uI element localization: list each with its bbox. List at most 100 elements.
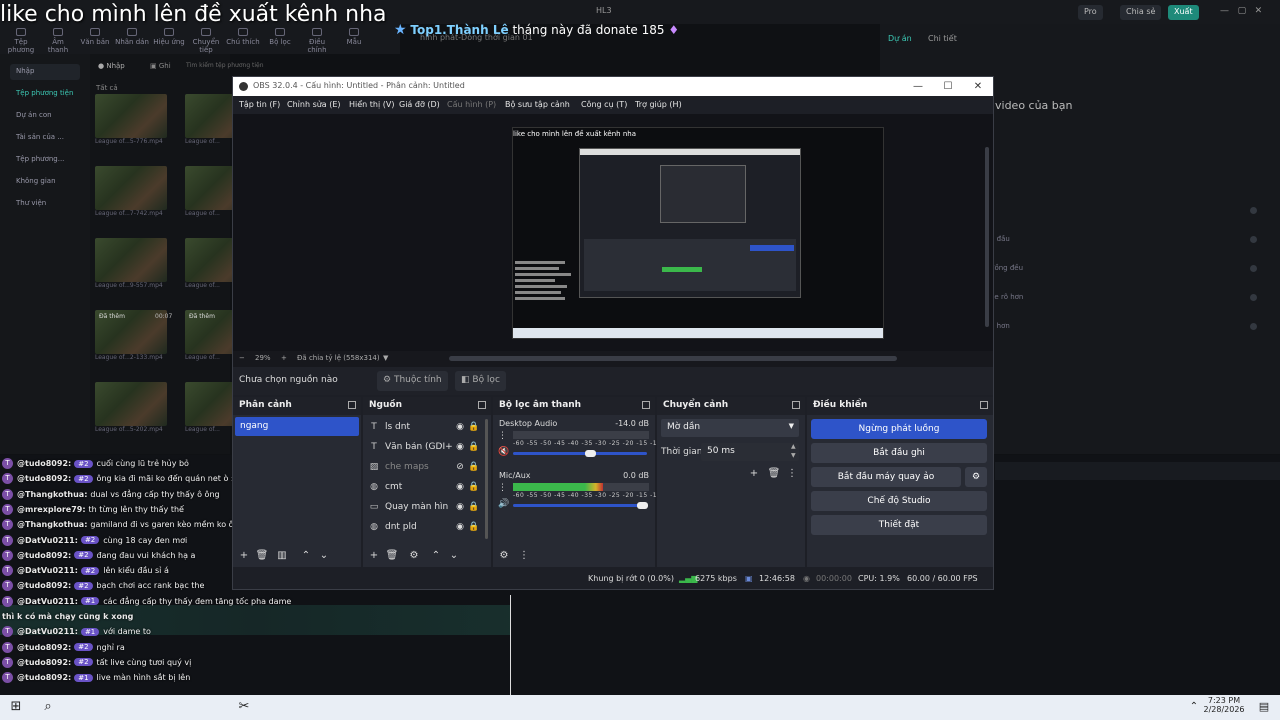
source-settings-button[interactable]: ⚙ bbox=[407, 549, 421, 563]
lock-icon[interactable]: 🔒 bbox=[467, 422, 481, 432]
tool-button[interactable]: Hiệu ứng bbox=[152, 28, 186, 46]
right-tab-details[interactable]: Chi tiết bbox=[928, 34, 957, 43]
pro-button[interactable]: Pro bbox=[1078, 5, 1103, 20]
undock-icon[interactable] bbox=[348, 401, 356, 409]
undock-icon[interactable] bbox=[642, 401, 650, 409]
virtual-camera-settings-button[interactable]: ⚙ bbox=[965, 467, 987, 487]
move-up-button[interactable]: ⌃ bbox=[429, 549, 443, 563]
notification-icon[interactable]: ▤ bbox=[1256, 699, 1272, 715]
tool-button[interactable]: Văn bản bbox=[78, 28, 112, 46]
menu-item[interactable]: Bộ sưu tập cảnh bbox=[505, 100, 570, 109]
add-scene-button[interactable]: + bbox=[237, 549, 251, 563]
media-thumbnail[interactable]: League of...5-776.mp4 bbox=[95, 94, 167, 145]
lock-icon[interactable]: 🔒 bbox=[467, 522, 481, 532]
editor-window-controls[interactable]: — ▢ ✕ bbox=[1220, 6, 1262, 16]
minimize-button[interactable]: — bbox=[903, 79, 933, 94]
tool-button[interactable]: Âm thanh bbox=[41, 28, 75, 54]
mixer-settings-button[interactable]: ⚙ bbox=[497, 549, 511, 563]
preview-vscroll[interactable] bbox=[985, 147, 989, 327]
eye-off-icon[interactable]: ⊘ bbox=[453, 462, 467, 472]
media-tab-record[interactable]: ▣ Ghi bbox=[150, 62, 171, 70]
filters-button[interactable]: ◧ Bộ lọc bbox=[455, 371, 506, 391]
scene-item[interactable]: ngang bbox=[235, 417, 359, 436]
menu-item[interactable]: Công cụ (T) bbox=[581, 100, 627, 109]
media-thumbnail[interactable]: League of...9-557.mp4 bbox=[95, 238, 167, 289]
add-transition-button[interactable]: + bbox=[747, 467, 761, 481]
timeline-playhead[interactable] bbox=[510, 595, 511, 695]
volume-slider-handle[interactable] bbox=[637, 502, 648, 509]
eye-icon[interactable]: ◉ bbox=[453, 522, 467, 532]
menu-item[interactable]: Trợ giúp (H) bbox=[635, 100, 682, 109]
zoom-out-button[interactable]: − bbox=[239, 354, 245, 362]
speaker-icon[interactable]: 🔊 bbox=[498, 499, 509, 509]
start-recording-button[interactable]: Bắt đầu ghi bbox=[811, 443, 987, 463]
mixer-menu-icon[interactable]: ⋮ bbox=[498, 483, 507, 493]
source-item[interactable]: Tls dnt ◉ 🔒 bbox=[363, 417, 481, 437]
media-thumbnail[interactable]: League of...7-742.mp4 bbox=[95, 166, 167, 217]
toggle-icon[interactable] bbox=[1250, 207, 1257, 214]
tool-button[interactable]: Chú thích bbox=[226, 28, 260, 46]
menu-item[interactable]: Hiển thị (V) bbox=[349, 100, 394, 109]
scene-filters-button[interactable]: ▥ bbox=[275, 549, 289, 563]
sidebar-item[interactable]: Thư viện bbox=[10, 196, 80, 212]
source-item[interactable]: ▨ che maps ⊘ 🔒 bbox=[363, 457, 481, 477]
export-button[interactable]: Xuất bbox=[1168, 5, 1199, 20]
tool-button[interactable]: Chuyển tiếp bbox=[189, 28, 223, 54]
undock-icon[interactable] bbox=[980, 401, 988, 409]
close-button[interactable]: ✕ bbox=[963, 79, 993, 94]
lock-icon[interactable]: 🔒 bbox=[467, 482, 481, 492]
volume-slider-handle[interactable] bbox=[585, 450, 596, 457]
eye-icon[interactable]: ◉ bbox=[453, 482, 467, 492]
properties-button[interactable]: ⚙ Thuộc tính bbox=[377, 371, 448, 391]
maximize-button[interactable]: ☐ bbox=[933, 79, 963, 94]
eye-icon[interactable]: ◉ bbox=[453, 422, 467, 432]
sidebar-item[interactable]: Tệp phương... bbox=[10, 152, 80, 168]
volume-slider[interactable] bbox=[513, 452, 647, 455]
duration-input[interactable]: 50 ms bbox=[701, 443, 799, 461]
source-item[interactable]: T Văn bản (GDI+) ◉ 🔒 bbox=[363, 437, 481, 457]
right-tab-project[interactable]: Dự án bbox=[888, 34, 912, 43]
transition-menu-button[interactable]: ⋮ bbox=[785, 467, 799, 481]
lock-icon[interactable]: 🔒 bbox=[467, 462, 481, 472]
move-down-button[interactable]: ⌄ bbox=[447, 549, 461, 563]
toggle-icon[interactable] bbox=[1250, 265, 1257, 272]
remove-transition-button[interactable]: 🗑 bbox=[767, 467, 781, 481]
lock-icon[interactable]: 🔒 bbox=[467, 442, 481, 452]
eye-icon[interactable]: ◉ bbox=[453, 442, 467, 452]
media-thumbnail[interactable]: League of...5-202.mp4 bbox=[95, 382, 167, 433]
media-search-input[interactable]: Tìm kiếm tệp phương tiện bbox=[186, 62, 264, 69]
move-up-button[interactable]: ⌃ bbox=[299, 549, 313, 563]
share-button[interactable]: Chia sẻ bbox=[1120, 5, 1162, 20]
tool-button[interactable]: Mẫu bbox=[337, 28, 371, 46]
studio-mode-button[interactable]: Chế độ Studio bbox=[811, 491, 987, 511]
muted-speaker-icon[interactable]: 🔇 bbox=[498, 447, 509, 457]
menu-item[interactable]: Tập tin (F) bbox=[239, 100, 280, 109]
source-item[interactable]: ◍ cmt ◉ 🔒 bbox=[363, 477, 481, 497]
transition-select[interactable]: Mờ dần ▼ bbox=[661, 419, 799, 437]
menu-item[interactable]: Giá đỡ (D) bbox=[399, 100, 440, 109]
remove-scene-button[interactable]: 🗑 bbox=[255, 549, 269, 563]
mixer-menu-icon[interactable]: ⋮ bbox=[498, 431, 507, 441]
sidebar-item[interactable]: Nhập bbox=[10, 64, 80, 80]
clock[interactable]: 7:23 PM 2/28/2026 bbox=[1198, 696, 1250, 714]
toggle-icon[interactable] bbox=[1250, 294, 1257, 301]
eye-icon[interactable]: ◉ bbox=[453, 502, 467, 512]
source-item[interactable]: ◍ dnt pld ◉ 🔒 bbox=[363, 517, 481, 537]
search-icon[interactable]: ⌕ bbox=[40, 699, 56, 715]
sidebar-item[interactable]: Dự án con bbox=[10, 108, 80, 124]
media-thumbnail[interactable]: 00:07 Đã thêm League of...2-133.mp4 bbox=[95, 310, 172, 361]
settings-button[interactable]: Thiết đặt bbox=[811, 515, 987, 535]
menu-item[interactable]: Chỉnh sửa (E) bbox=[287, 100, 341, 109]
tool-button[interactable]: Điều chỉnh bbox=[300, 28, 334, 54]
sources-scrollbar[interactable] bbox=[485, 419, 488, 539]
sidebar-item[interactable]: Tài sản của ... bbox=[10, 130, 80, 146]
mixer-menu-button[interactable]: ⋮ bbox=[517, 549, 531, 563]
sidebar-item[interactable]: Không gian bbox=[10, 174, 80, 190]
menu-item[interactable]: Cấu hình (P) bbox=[447, 100, 496, 109]
stop-streaming-button[interactable]: Ngừng phát luồng bbox=[811, 419, 987, 439]
source-item[interactable]: ▭ Quay màn hìn ◉ 🔒 bbox=[363, 497, 481, 517]
move-down-button[interactable]: ⌄ bbox=[317, 549, 331, 563]
toggle-icon[interactable] bbox=[1250, 236, 1257, 243]
start-virtual-camera-button[interactable]: Bắt đầu máy quay ảo bbox=[811, 467, 961, 487]
toggle-icon[interactable] bbox=[1250, 323, 1257, 330]
